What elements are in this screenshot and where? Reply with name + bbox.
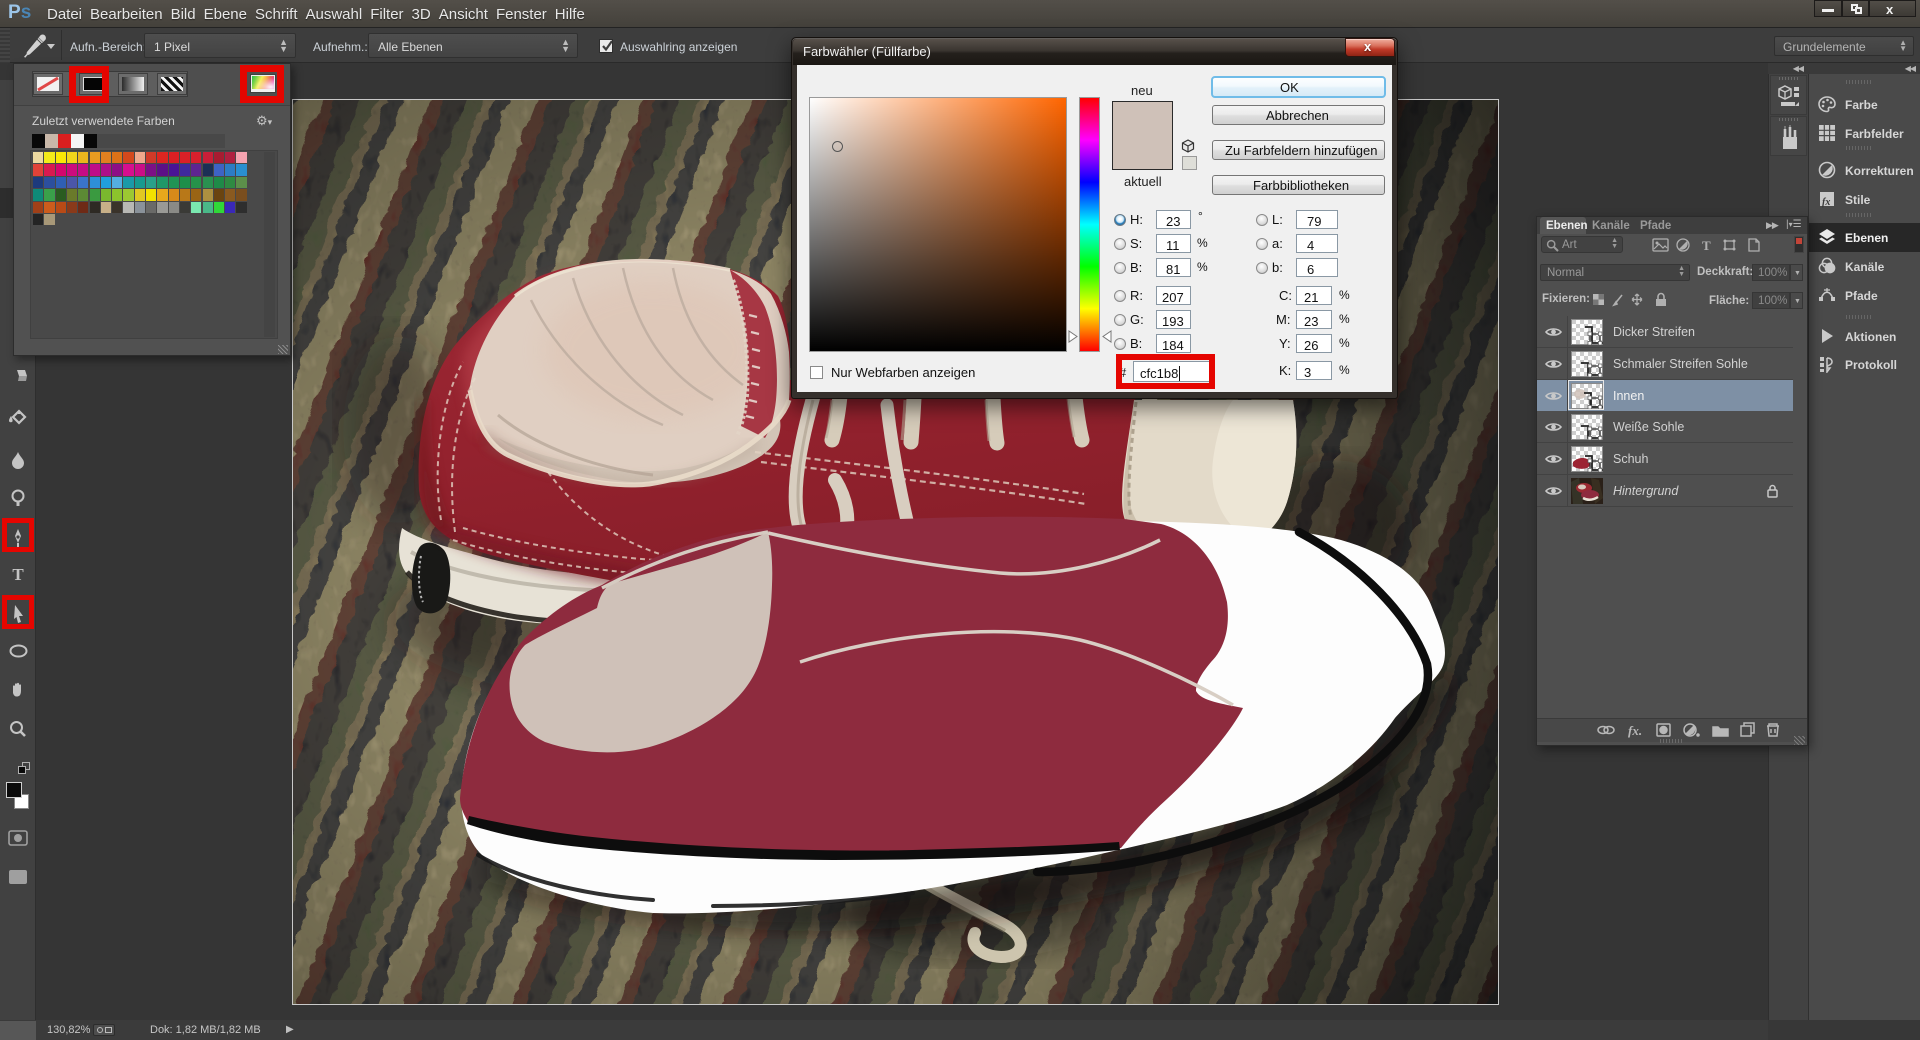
svg-text:fx.: fx. [1628,723,1642,738]
svg-text:T: T [1702,238,1711,252]
svg-text:fx: fx [1822,197,1830,208]
svg-text:T: T [12,566,24,583]
